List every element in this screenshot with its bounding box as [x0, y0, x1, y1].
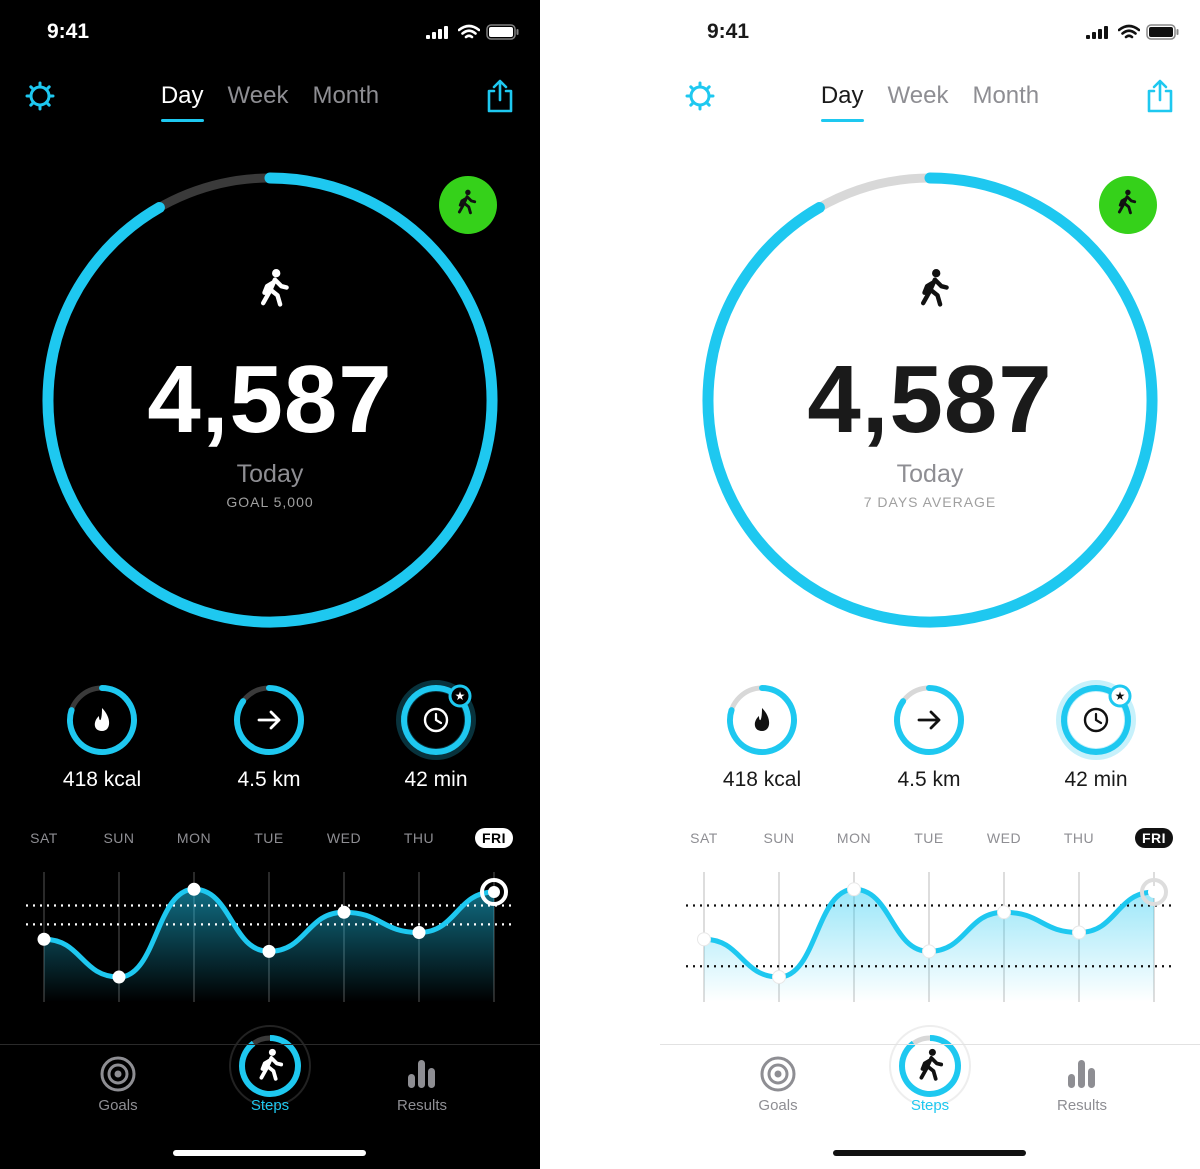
running-badge-icon[interactable]: [439, 176, 497, 234]
home-indicator: [173, 1150, 366, 1156]
nav-steps-icon[interactable]: [229, 1025, 311, 1107]
star-badge-icon: ★: [1108, 684, 1132, 708]
clock-icon: [423, 707, 449, 733]
svg-text:★: ★: [455, 689, 466, 703]
chart-day-label[interactable]: SAT: [679, 830, 729, 846]
flame-icon: [754, 708, 770, 731]
chart-day-label[interactable]: MON: [829, 830, 879, 846]
chart-point[interactable]: [997, 905, 1011, 920]
chart-point[interactable]: [37, 932, 51, 946]
chart-day-label[interactable]: FRI: [1135, 828, 1173, 848]
graphics-layer: ★: [26, 172, 512, 1107]
chart-day-label[interactable]: THU: [1054, 830, 1104, 846]
nav-goals-icon[interactable]: [100, 1056, 136, 1092]
stat-ring-1[interactable]: [894, 685, 964, 755]
steps-subtitle: GOAL 5,000: [226, 494, 314, 510]
nav-results-label[interactable]: Results: [1032, 1097, 1132, 1114]
nav-goals-label[interactable]: Goals: [68, 1097, 168, 1114]
nav-results-icon[interactable]: [408, 1060, 435, 1088]
stat-ring-0[interactable]: [67, 685, 137, 755]
stat-ring-2[interactable]: ★: [1056, 680, 1136, 760]
chart-point[interactable]: [187, 882, 201, 896]
chart-point[interactable]: [847, 882, 861, 897]
steps-subtitle: 7 DAYS AVERAGE: [863, 494, 997, 510]
chart-day-label[interactable]: SUN: [754, 830, 804, 846]
chart-day-label[interactable]: TUE: [244, 830, 294, 846]
nav-goals-icon[interactable]: [760, 1056, 796, 1092]
steps-count: 4,587: [807, 346, 1053, 453]
nav-goals-label[interactable]: Goals: [728, 1097, 828, 1114]
nav-results-label[interactable]: Results: [372, 1097, 472, 1114]
svg-text:★: ★: [1115, 689, 1126, 703]
chart-day-label[interactable]: TUE: [904, 830, 954, 846]
dark-screen: 9:41 Day Week Month ★ 4,587 Today GOAL 5…: [0, 0, 540, 1169]
stat-value: 4.5 km: [897, 768, 961, 791]
stat-value: 4.5 km: [237, 768, 301, 791]
chart-point[interactable]: [697, 932, 711, 947]
nav-steps-icon[interactable]: [889, 1025, 971, 1107]
stat-value: 42 min: [1064, 768, 1128, 791]
home-indicator: [833, 1150, 1026, 1156]
tabbar-divider: [660, 1044, 1200, 1045]
light-screen: 9:41 Day Week Month ★ 4,587 Today 7 DAYS…: [660, 0, 1200, 1169]
chart-point[interactable]: [412, 926, 426, 939]
chart-point[interactable]: [772, 970, 786, 985]
chart-day-label[interactable]: FRI: [475, 828, 513, 848]
period-label: Today: [896, 460, 964, 488]
star-badge-icon: ★: [448, 684, 472, 708]
chart-point[interactable]: [262, 944, 276, 958]
nav-results-icon[interactable]: [1068, 1060, 1095, 1088]
nav-steps-label[interactable]: Steps: [880, 1097, 980, 1114]
stat-value: 418 kcal: [62, 768, 142, 791]
steps-count: 4,587: [147, 346, 393, 453]
chart-day-label[interactable]: THU: [394, 830, 444, 846]
chart-day-label[interactable]: WED: [979, 830, 1029, 846]
nav-steps-label[interactable]: Steps: [220, 1097, 320, 1114]
stat-ring-2[interactable]: ★: [396, 680, 476, 760]
arrow-right-icon: [917, 710, 941, 730]
stat-ring-1[interactable]: [234, 685, 304, 755]
clock-icon: [1083, 707, 1109, 733]
running-badge-icon[interactable]: [1099, 176, 1157, 234]
chart-day-label[interactable]: MON: [169, 830, 219, 846]
graphics-layer: ★: [686, 172, 1172, 1107]
chart-point[interactable]: [337, 905, 351, 919]
chart-day-label[interactable]: SAT: [19, 830, 69, 846]
chart-point[interactable]: [1072, 925, 1086, 940]
chart-day-label[interactable]: SUN: [94, 830, 144, 846]
walk-icon: [260, 269, 289, 307]
period-label: Today: [236, 460, 304, 488]
stat-value: 42 min: [404, 768, 468, 791]
chart-point[interactable]: [922, 944, 936, 959]
chart-point[interactable]: [112, 970, 126, 984]
chart-day-label[interactable]: WED: [319, 830, 369, 846]
stat-ring-0[interactable]: [727, 685, 797, 755]
tabbar-divider: [0, 1044, 540, 1045]
walk-icon: [920, 269, 949, 307]
flame-icon: [94, 708, 110, 731]
arrow-right-icon: [257, 710, 281, 730]
stat-value: 418 kcal: [722, 768, 802, 791]
